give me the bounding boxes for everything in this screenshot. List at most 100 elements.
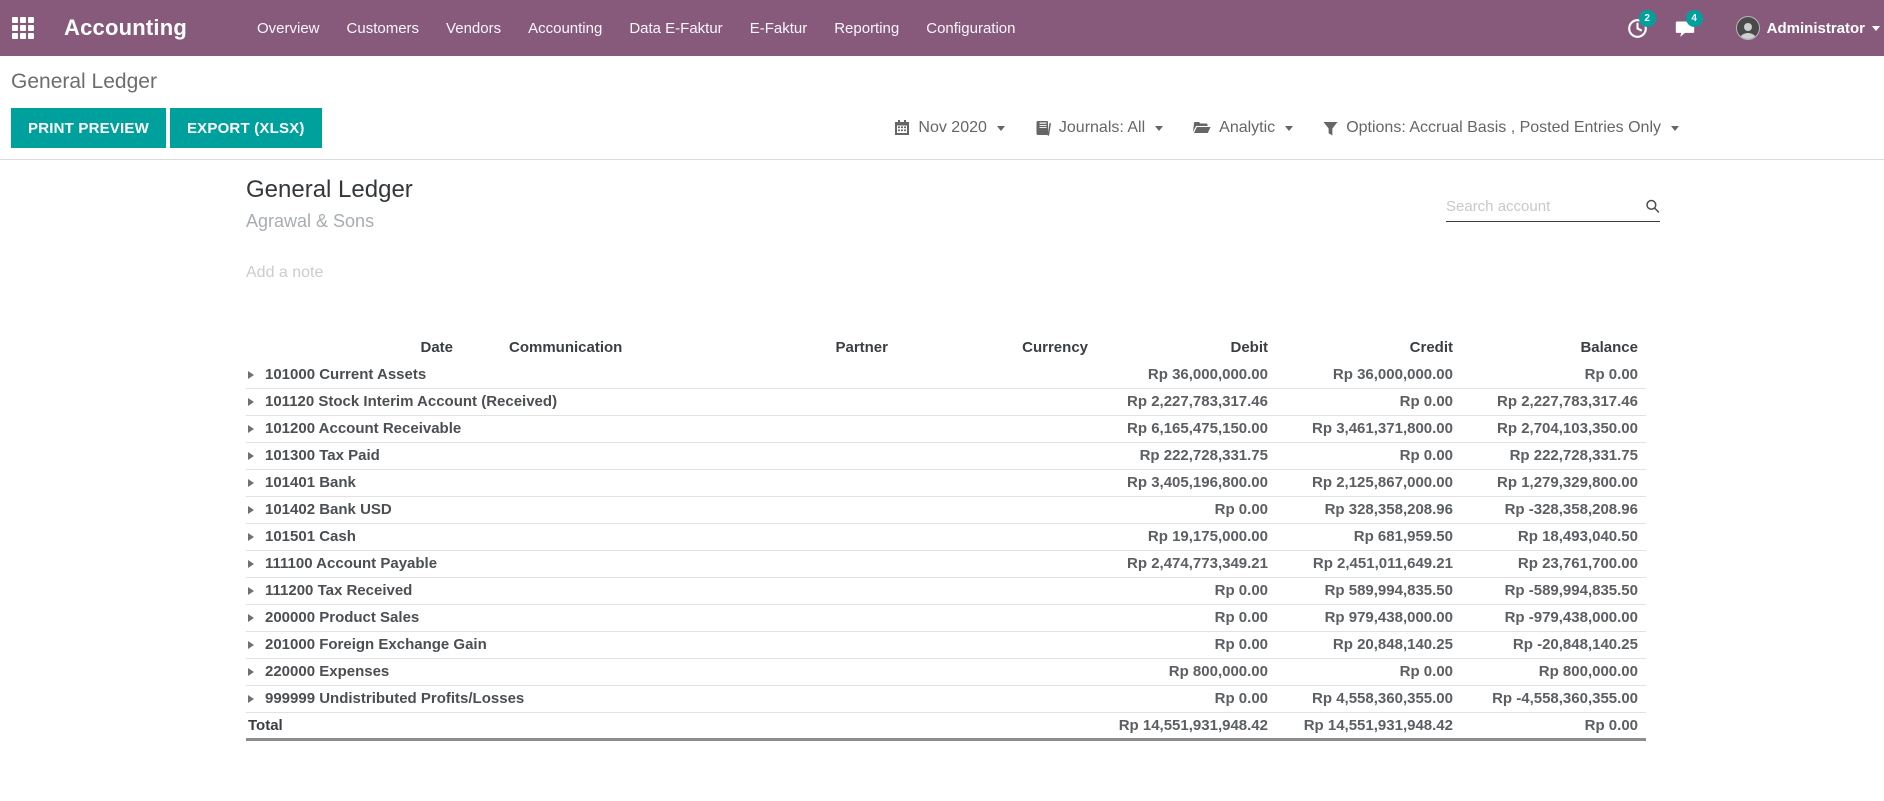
- debit-amount: Rp 0.00: [1096, 496, 1276, 523]
- total-debit: Rp 14,551,931,948.42: [1096, 712, 1276, 739]
- expand-row-icon[interactable]: [248, 641, 254, 649]
- balance-amount: Rp -589,994,835.50: [1461, 577, 1646, 604]
- total-row: Total Rp 14,551,931,948.42 Rp 14,551,931…: [246, 712, 1646, 739]
- credit-amount: Rp 328,358,208.96: [1276, 496, 1461, 523]
- nav-item-efaktur[interactable]: E-Faktur: [750, 20, 808, 37]
- main-menu: Overview Customers Vendors Accounting Da…: [257, 20, 1015, 37]
- balance-amount: Rp 23,761,700.00: [1461, 550, 1646, 577]
- expand-row-icon[interactable]: [248, 452, 254, 460]
- credit-amount: Rp 36,000,000.00: [1276, 361, 1461, 388]
- expand-row-icon[interactable]: [248, 695, 254, 703]
- debit-amount: Rp 36,000,000.00: [1096, 361, 1276, 388]
- account-row[interactable]: 111100 Account Payable Rp 2,474,773,349.…: [246, 550, 1646, 577]
- debit-amount: Rp 800,000.00: [1096, 658, 1276, 685]
- account-row[interactable]: 101501 Cash Rp 19,175,000.00 Rp 681,959.…: [246, 523, 1646, 550]
- account-row[interactable]: 101402 Bank USD Rp 0.00 Rp 328,358,208.9…: [246, 496, 1646, 523]
- chevron-down-icon: [1155, 126, 1163, 131]
- nav-item-vendors[interactable]: Vendors: [446, 20, 501, 37]
- nav-item-overview[interactable]: Overview: [257, 20, 320, 37]
- general-ledger-report: General Ledger Agrawal & Sons Add a note…: [0, 175, 1884, 741]
- account-row[interactable]: 220000 Expenses Rp 800,000.00 Rp 0.00 Rp…: [246, 658, 1646, 685]
- nav-item-configuration[interactable]: Configuration: [926, 20, 1015, 37]
- total-balance: Rp 0.00: [1461, 712, 1646, 739]
- nav-item-data-efaktur[interactable]: Data E-Faktur: [629, 20, 722, 37]
- account-row[interactable]: 101200 Account Receivable Rp 6,165,475,1…: [246, 415, 1646, 442]
- expand-row-icon[interactable]: [248, 371, 254, 379]
- credit-amount: Rp 3,461,371,800.00: [1276, 415, 1461, 442]
- debit-amount: Rp 0.00: [1096, 577, 1276, 604]
- user-name: Administrator: [1767, 20, 1865, 37]
- ledger-header-row: Date Communication Partner Currency Debi…: [246, 334, 1646, 361]
- account-name: 999999 Undistributed Profits/Losses: [265, 690, 524, 707]
- account-name: 101000 Current Assets: [265, 366, 426, 383]
- total-credit: Rp 14,551,931,948.42: [1276, 712, 1461, 739]
- user-menu-button[interactable]: Administrator: [1736, 16, 1880, 40]
- account-row[interactable]: 101120 Stock Interim Account (Received) …: [246, 388, 1646, 415]
- print-preview-button[interactable]: PRINT PREVIEW: [11, 108, 166, 148]
- ledger-table: Date Communication Partner Currency Debi…: [246, 334, 1646, 741]
- app-title[interactable]: Accounting: [64, 15, 187, 41]
- account-row[interactable]: 111200 Tax Received Rp 0.00 Rp 589,994,8…: [246, 577, 1646, 604]
- debit-amount: Rp 2,227,783,317.46: [1096, 388, 1276, 415]
- account-name: 101401 Bank: [265, 474, 356, 491]
- options-filter[interactable]: Options: Accrual Basis , Posted Entries …: [1323, 119, 1679, 137]
- search-input[interactable]: [1446, 198, 1645, 215]
- ledger-table-body: 101000 Current Assets Rp 36,000,000.00 R…: [246, 361, 1646, 712]
- column-header-partner: Partner: [751, 334, 896, 361]
- chevron-down-icon: [997, 126, 1005, 131]
- expand-row-icon[interactable]: [248, 506, 254, 514]
- account-name: 101200 Account Receivable: [265, 420, 461, 437]
- search-icon[interactable]: [1645, 197, 1660, 215]
- balance-amount: Rp -328,358,208.96: [1461, 496, 1646, 523]
- nav-item-reporting[interactable]: Reporting: [834, 20, 899, 37]
- user-avatar: [1736, 16, 1760, 40]
- account-row[interactable]: 101401 Bank Rp 3,405,196,800.00 Rp 2,125…: [246, 469, 1646, 496]
- column-header-communication: Communication: [461, 334, 751, 361]
- journal-icon: [1035, 120, 1051, 136]
- expand-row-icon[interactable]: [248, 587, 254, 595]
- account-name: 200000 Product Sales: [265, 609, 419, 626]
- journals-filter[interactable]: Journals: All: [1035, 119, 1163, 137]
- expand-row-icon[interactable]: [248, 533, 254, 541]
- expand-row-icon[interactable]: [248, 560, 254, 568]
- analytic-filter[interactable]: Analytic: [1193, 119, 1293, 137]
- account-name: 111100 Account Payable: [265, 555, 437, 572]
- expand-row-icon[interactable]: [248, 479, 254, 487]
- credit-amount: Rp 0.00: [1276, 388, 1461, 415]
- expand-row-icon[interactable]: [248, 614, 254, 622]
- account-row[interactable]: 999999 Undistributed Profits/Losses Rp 0…: [246, 685, 1646, 712]
- credit-amount: Rp 979,438,000.00: [1276, 604, 1461, 631]
- debit-amount: Rp 6,165,475,150.00: [1096, 415, 1276, 442]
- date-filter-label: Nov 2020: [918, 119, 987, 137]
- credit-amount: Rp 4,558,360,355.00: [1276, 685, 1461, 712]
- column-header-debit: Debit: [1096, 334, 1276, 361]
- credit-amount: Rp 2,451,011,649.21: [1276, 550, 1461, 577]
- debit-amount: Rp 2,474,773,349.21: [1096, 550, 1276, 577]
- account-search[interactable]: [1446, 197, 1660, 222]
- account-name: 111200 Tax Received: [265, 582, 412, 599]
- message-count-badge: 4: [1686, 10, 1703, 27]
- messages-button[interactable]: 4: [1674, 18, 1696, 39]
- column-header-date: Date: [246, 334, 461, 361]
- add-note-field[interactable]: Add a note: [246, 264, 646, 282]
- account-name: 101120 Stock Interim Account (Received): [265, 393, 557, 410]
- nav-item-accounting[interactable]: Accounting: [528, 20, 602, 37]
- account-row[interactable]: 200000 Product Sales Rp 0.00 Rp 979,438,…: [246, 604, 1646, 631]
- activities-button[interactable]: 2: [1627, 18, 1648, 39]
- apps-menu-button[interactable]: [0, 0, 46, 56]
- expand-row-icon[interactable]: [248, 668, 254, 676]
- account-row[interactable]: 101000 Current Assets Rp 36,000,000.00 R…: [246, 361, 1646, 388]
- export-xlsx-button[interactable]: EXPORT (XLSX): [170, 108, 322, 148]
- date-filter[interactable]: Nov 2020: [894, 119, 1005, 137]
- debit-amount: Rp 222,728,331.75: [1096, 442, 1276, 469]
- expand-row-icon[interactable]: [248, 425, 254, 433]
- account-row[interactable]: 201000 Foreign Exchange Gain Rp 0.00 Rp …: [246, 631, 1646, 658]
- credit-amount: Rp 0.00: [1276, 658, 1461, 685]
- expand-row-icon[interactable]: [248, 398, 254, 406]
- breadcrumb: General Ledger: [11, 69, 1884, 95]
- debit-amount: Rp 19,175,000.00: [1096, 523, 1276, 550]
- nav-item-customers[interactable]: Customers: [347, 20, 420, 37]
- folder-icon: [1193, 120, 1211, 136]
- account-row[interactable]: 101300 Tax Paid Rp 222,728,331.75 Rp 0.0…: [246, 442, 1646, 469]
- top-navbar: Accounting Overview Customers Vendors Ac…: [0, 0, 1884, 56]
